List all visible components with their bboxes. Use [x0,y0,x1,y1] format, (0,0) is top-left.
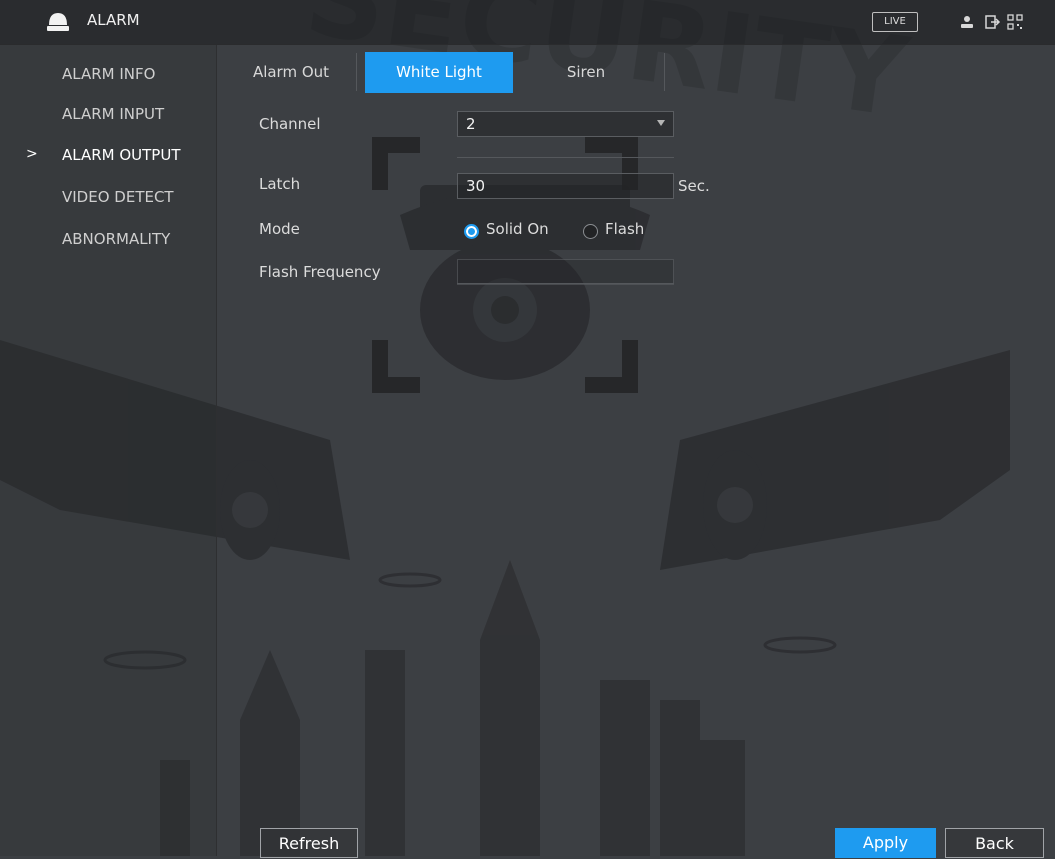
mode-solid-on-label[interactable]: Solid On [486,220,549,238]
live-button[interactable]: LIVE [872,12,918,32]
tab-white-light[interactable]: White Light [365,52,513,93]
latch-unit: Sec. [678,177,710,195]
channel-label: Channel [259,115,321,133]
sidebar-item-video-detect[interactable]: VIDEO DETECT [62,188,174,206]
sidebar-item-alarm-info[interactable]: ALARM INFO [62,65,155,83]
refresh-button[interactable]: Refresh [260,828,358,858]
sidebar-item-abnormality[interactable]: ABNORMALITY [62,230,170,248]
alarm-device-icon [47,13,69,31]
sidebar: ALARM INFO ALARM INPUT > ALARM OUTPUT VI… [0,45,217,856]
flash-frequency-input[interactable] [457,259,674,285]
divider-line [457,283,674,284]
chevron-down-icon [657,120,665,126]
channel-dropdown[interactable]: 2 [457,111,674,137]
logout-icon[interactable] [984,13,1002,31]
mode-solid-on-radio[interactable] [464,224,479,239]
tab-divider [664,53,665,91]
qr-code-icon[interactable] [1006,13,1024,31]
latch-label: Latch [259,175,301,193]
top-bar: ALARM LIVE [0,0,1055,45]
mode-label: Mode [259,220,300,238]
tab-alarm-out[interactable]: Alarm Out [236,52,346,93]
apply-button[interactable]: Apply [835,828,936,858]
back-button[interactable]: Back [945,828,1044,858]
flash-frequency-label: Flash Frequency [259,263,381,281]
mode-flash-radio[interactable] [583,224,598,239]
sidebar-item-alarm-input[interactable]: ALARM INPUT [62,105,164,123]
chevron-right-icon: > [26,146,38,162]
page-title: ALARM [87,11,140,29]
latch-input[interactable]: 30 [457,173,674,199]
user-icon[interactable] [958,13,976,31]
divider-line [457,157,674,158]
white-light-settings-panel: Channel 2 Latch 30 Sec. Mode Solid On Fl… [216,93,1055,858]
sidebar-item-alarm-output[interactable]: ALARM OUTPUT [62,146,181,164]
tab-siren[interactable]: Siren [521,52,651,93]
tab-divider [356,53,357,91]
channel-value: 2 [466,115,476,133]
mode-flash-label[interactable]: Flash [605,220,644,238]
tab-bar: Alarm Out White Light Siren [216,45,1055,93]
